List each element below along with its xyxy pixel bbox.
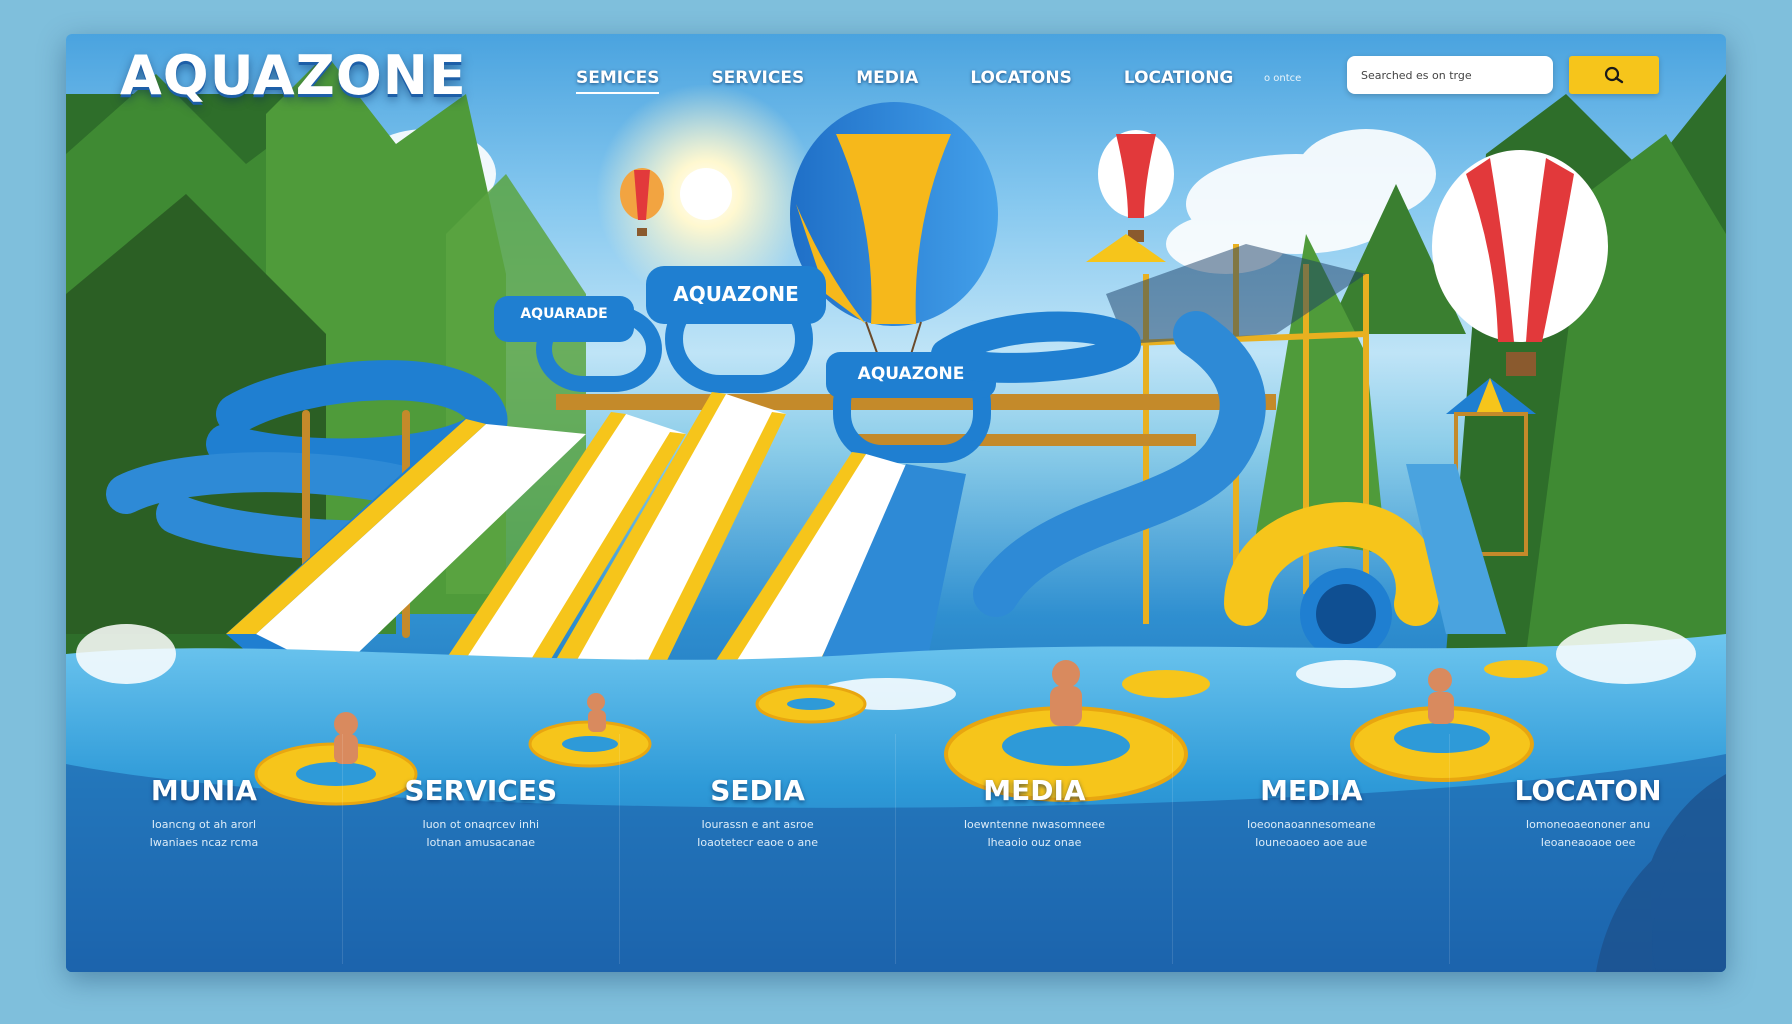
feature-desc-line: Iourassn e ant asroe [701,818,814,831]
feature-desc-line: Ieoaneaoaoe oee [1540,836,1636,849]
feature-column[interactable]: MEDIA Ioeoonaoannesomeane Iouneoaoeo aoe… [1173,734,1451,964]
park-sign-1: AQUARADE [520,306,608,322]
feature-title: SEDIA [710,774,805,807]
feature-title: SERVICES [404,774,558,807]
feature-title: MUNIA [150,774,257,807]
main-nav: SEMICES SERVICES MEDIA LOCATONS LOCATION… [576,64,1285,94]
feature-title: LOCATON [1514,774,1662,807]
feature-column[interactable]: SEDIA Iourassn e ant asroe Ioaotetecr ea… [620,734,897,964]
search-button[interactable] [1569,56,1659,94]
site-header: AQUAZONE SEMICES SERVICES MEDIA LOCATONS… [66,34,1726,114]
nav-item-media[interactable]: MEDIA [856,64,918,94]
feature-columns: MUNIA Ioancng ot ah arorl Iwaniaes ncaz … [66,734,1726,964]
nav-item-services[interactable]: SERVICES [711,64,804,94]
page-frame: AQUARADE AQUAZONE AQUAZONE AQUAZONE SEMI… [66,34,1726,972]
feature-desc-line: Iotnan amusacanae [426,836,536,849]
feature-title: MEDIA [1260,774,1363,807]
balloon-mid-right [1098,130,1174,242]
feature-desc-line: Ioaotetecr eaoe o ane [697,836,819,849]
search-hint: o ontce [1264,73,1302,84]
feature-column[interactable]: LOCATON Iomoneoaeononer anu Ieoaneaoaoe … [1450,734,1726,964]
feature-desc-line: Iheaoio ouz onae [987,836,1082,849]
search-icon [1604,66,1624,84]
feature-column[interactable]: MUNIA Ioancng ot ah arorl Iwaniaes ncaz … [66,734,343,964]
park-sign-2: AQUAZONE [673,282,799,306]
nav-item-locatons[interactable]: LOCATONS [970,64,1072,94]
feature-desc-line: Ioeoonaoannesomeane [1246,818,1376,831]
feature-column[interactable]: MEDIA Ioewntenne nwasomneee Iheaoio ouz … [896,734,1174,964]
feature-desc-line: Iomoneoaeononer anu [1525,818,1651,831]
nav-item-semices[interactable]: SEMICES [576,64,660,94]
feature-desc-line: Iwaniaes ncaz rcma [149,836,259,849]
search-input[interactable] [1347,56,1553,94]
feature-desc-line: Iouneoaoeo aoe aue [1255,836,1368,849]
feature-title: MEDIA [983,774,1086,807]
feature-desc-line: Ioewntenne nwasomneee [963,818,1105,831]
park-sign-3: AQUAZONE [857,364,965,384]
brand-logo[interactable]: AQUAZONE [120,44,467,107]
tent-top [1086,234,1166,262]
nav-item-locationg[interactable]: LOCATIONG [1124,64,1234,94]
feature-column[interactable]: SERVICES Iuon ot onaqrcev inhi Iotnan am… [343,734,620,964]
feature-desc-line: Iuon ot onaqrcev inhi [422,818,540,831]
feature-desc-line: Ioancng ot ah arorl [151,818,257,831]
